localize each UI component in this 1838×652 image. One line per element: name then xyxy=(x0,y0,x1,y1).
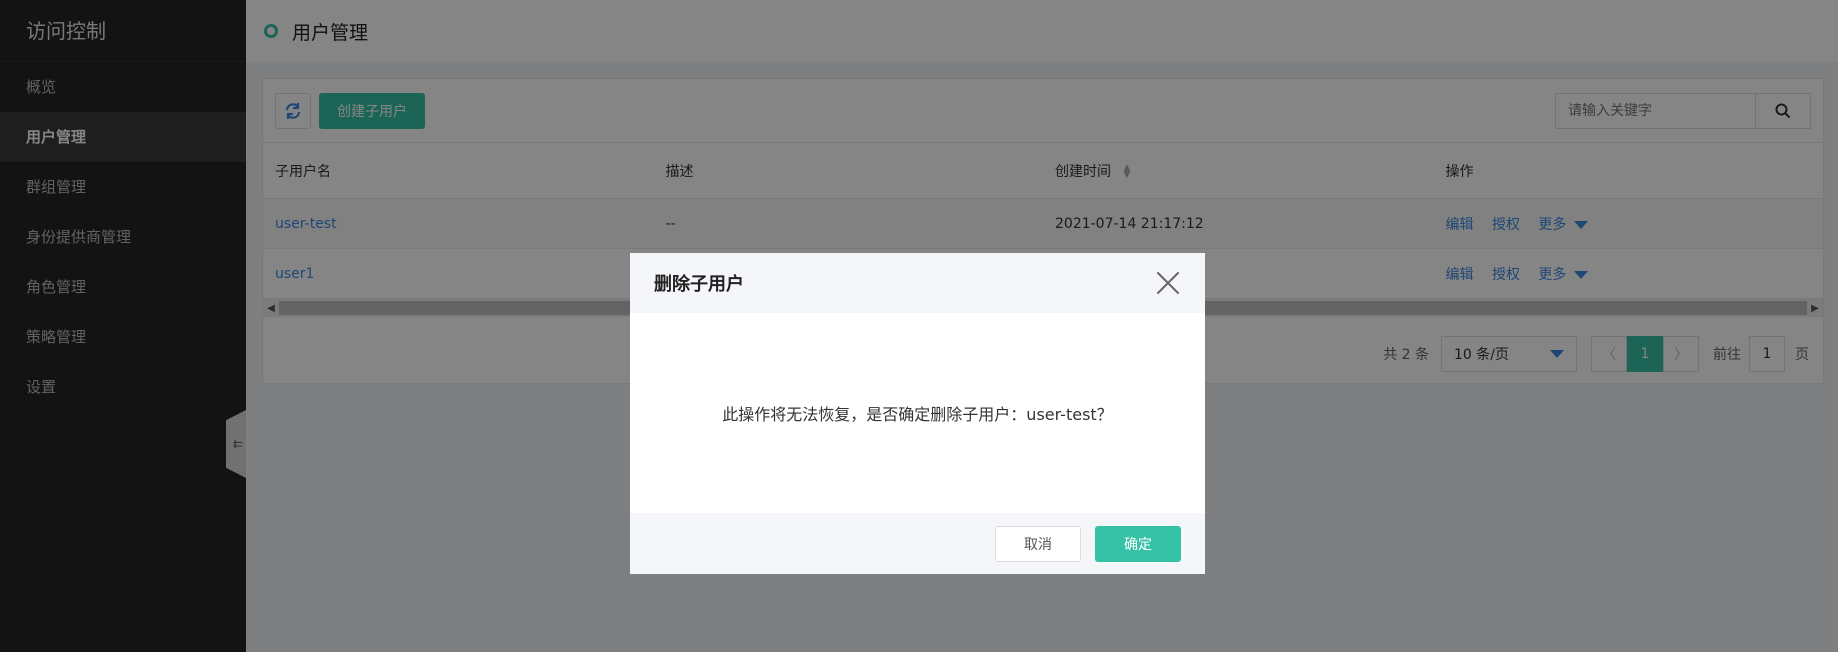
delete-user-dialog: 删除子用户 此操作将无法恢复，是否确定删除子用户：user-test？ 取消 确… xyxy=(630,253,1205,574)
dialog-message: 此操作将无法恢复，是否确定删除子用户：user-test？ xyxy=(722,405,1113,424)
close-icon[interactable] xyxy=(1155,270,1181,296)
cancel-button[interactable]: 取消 xyxy=(995,525,1081,562)
confirm-button[interactable]: 确定 xyxy=(1095,525,1181,562)
dialog-body: 此操作将无法恢复，是否确定删除子用户：user-test？ xyxy=(630,313,1205,513)
dialog-title: 删除子用户 xyxy=(654,274,744,295)
dialog-header: 删除子用户 xyxy=(630,253,1205,313)
dialog-footer: 取消 确定 xyxy=(630,513,1205,574)
